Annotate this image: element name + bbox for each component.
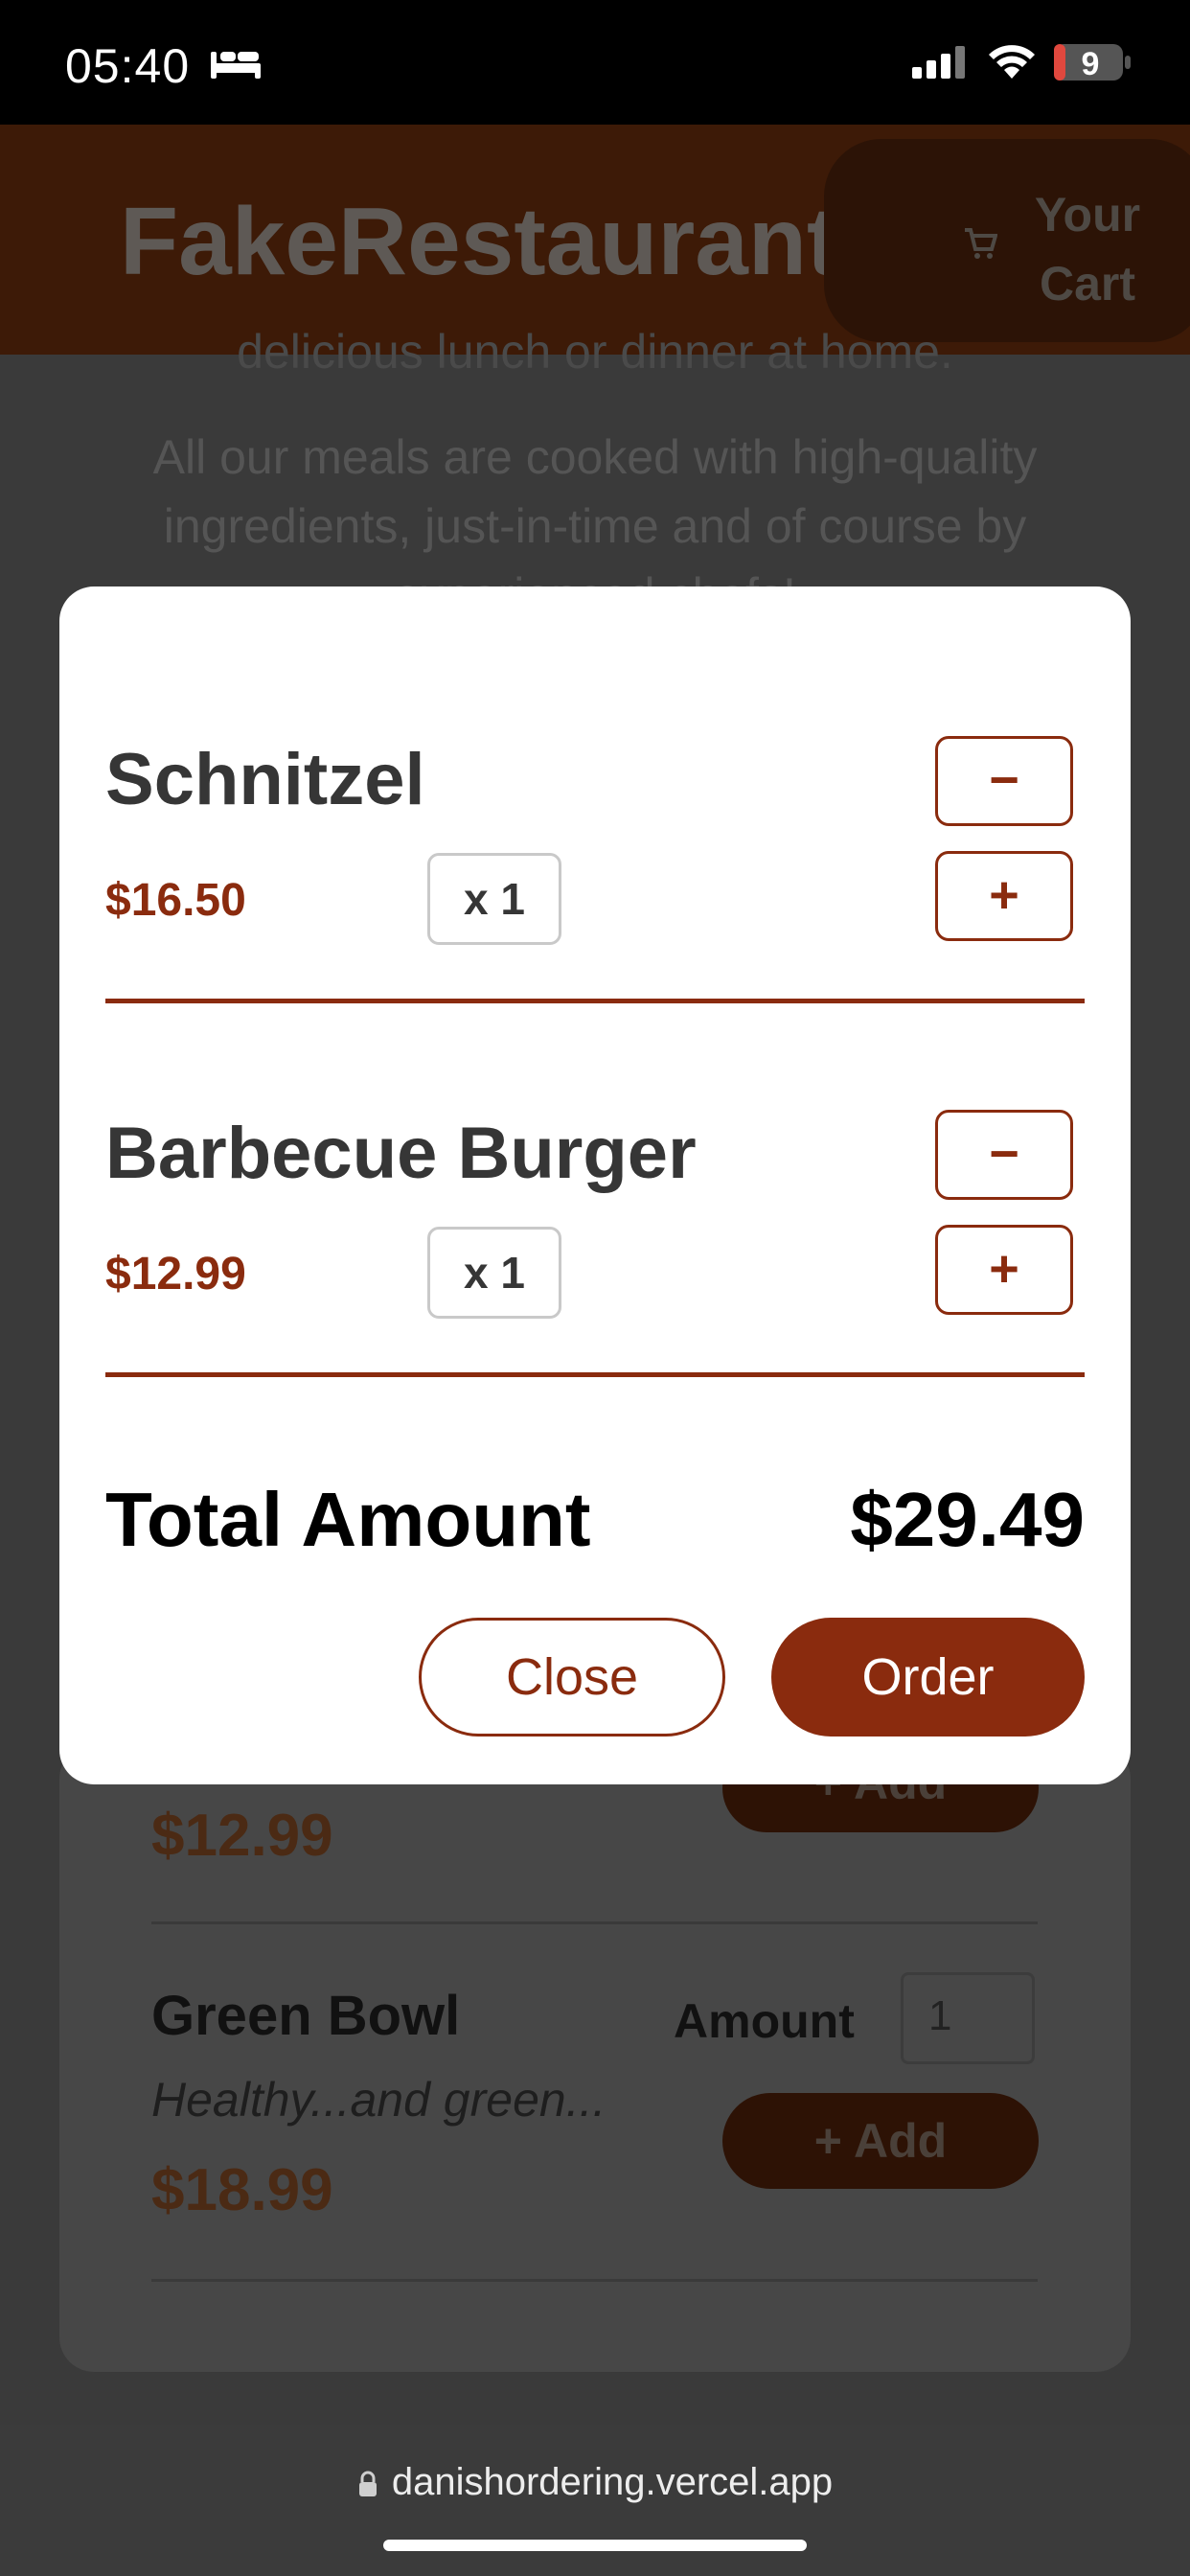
url-text: danishordering.vercel.app bbox=[391, 2461, 834, 2503]
meal-description: Healthy...and green... bbox=[151, 2073, 606, 2127]
cart-item-name: Schnitzel bbox=[105, 739, 425, 820]
meal-separator bbox=[151, 1921, 1038, 1924]
cart-item-divider bbox=[105, 1372, 1085, 1377]
cart-icon bbox=[963, 226, 998, 265]
home-indicator[interactable] bbox=[383, 2540, 807, 2551]
cart-item-name: Barbecue Burger bbox=[105, 1113, 697, 1194]
amount-input[interactable]: 1 bbox=[901, 1972, 1035, 2064]
meal-separator bbox=[151, 2279, 1038, 2282]
cart-label: Your Cart bbox=[1034, 188, 1141, 310]
total-amount-value: $29.49 bbox=[850, 1477, 1085, 1562]
status-time: 05:40 bbox=[65, 39, 191, 93]
add-to-cart-button[interactable]: + Add bbox=[722, 2093, 1039, 2189]
decrease-quantity-button[interactable]: − bbox=[935, 1110, 1073, 1200]
url-display[interactable]: danishordering.vercel.app bbox=[0, 2461, 1190, 2508]
intro-partial-line: delicious lunch or dinner at home. bbox=[237, 325, 953, 379]
bed-icon bbox=[209, 44, 263, 85]
close-button[interactable]: Close bbox=[419, 1618, 725, 1736]
total-amount-label: Total Amount bbox=[105, 1477, 591, 1562]
cart-item-price: $16.50 bbox=[105, 875, 246, 926]
cart-item-quantity: x 1 bbox=[427, 853, 561, 945]
intro-line-2: ingredients, just-in-time and of course … bbox=[163, 499, 1027, 553]
intro-line-1: All our meals are cooked with high-quali… bbox=[152, 430, 1038, 484]
cart-item-price: $12.99 bbox=[105, 1249, 246, 1300]
meal-name: Green Bowl bbox=[151, 1985, 461, 2047]
wifi-icon bbox=[987, 42, 1037, 85]
battery-level: 9 bbox=[1081, 46, 1100, 82]
order-button[interactable]: Order bbox=[771, 1618, 1085, 1736]
amount-label: Amount bbox=[674, 1994, 855, 2048]
site-logo: FakeRestaurant bbox=[120, 188, 839, 295]
signal-icon bbox=[912, 46, 968, 83]
status-bar: 05:40 9 bbox=[0, 0, 1190, 125]
cart-modal: Schnitzel $16.50 x 1 − + Barbecue Burger… bbox=[59, 586, 1131, 1784]
increase-quantity-button[interactable]: + bbox=[935, 851, 1073, 941]
increase-quantity-button[interactable]: + bbox=[935, 1225, 1073, 1315]
previous-meal-price: $12.99 bbox=[151, 1803, 333, 1869]
decrease-quantity-button[interactable]: − bbox=[935, 736, 1073, 826]
meal-price: $18.99 bbox=[151, 2157, 333, 2223]
lock-icon bbox=[357, 2465, 378, 2508]
cart-item-quantity: x 1 bbox=[427, 1227, 561, 1319]
cart-item-divider bbox=[105, 999, 1085, 1003]
